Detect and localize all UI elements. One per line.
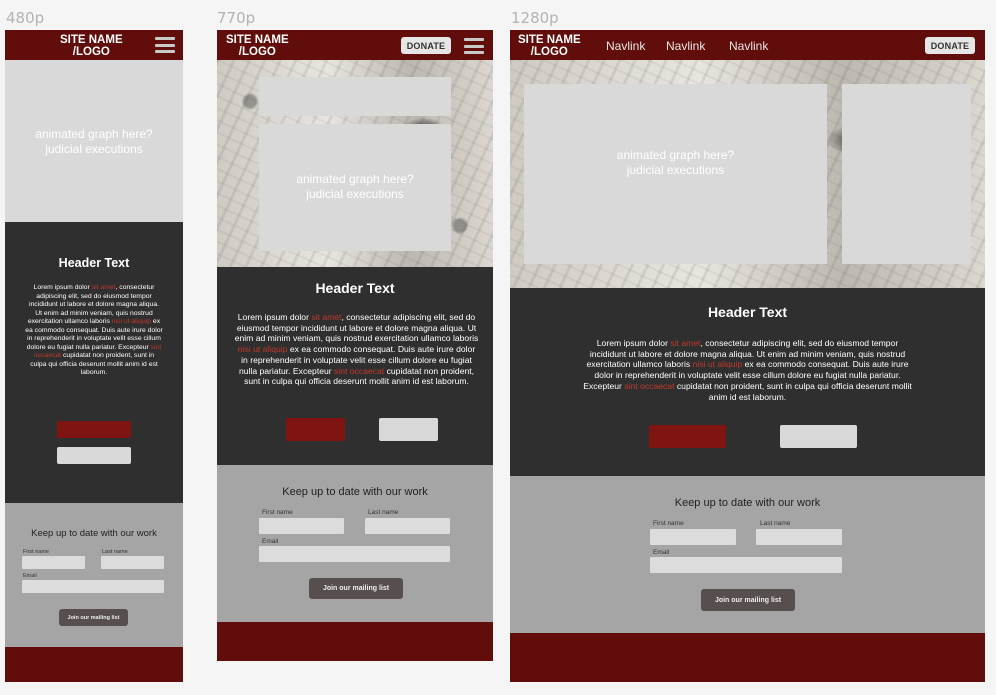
mockup-770: SITE NAME /LOGO DONATE animated graph he…	[217, 30, 493, 661]
mockup-1280: SITE NAME /LOGO Navlink Navlink Navlink …	[510, 30, 985, 682]
content-section: Header Text Lorem ipsum dolor sit amet, …	[5, 222, 183, 503]
mailing-title: Keep up to date with our work	[674, 497, 821, 509]
body-paragraph: Lorem ipsum dolor sit amet, consectetur …	[582, 338, 913, 402]
logo-line-2: /LOGO	[72, 46, 110, 58]
email-input[interactable]	[650, 557, 842, 573]
logo-line-2: /LOGO	[530, 46, 568, 58]
graph-line-2: judicial executions	[626, 163, 725, 177]
site-logo[interactable]: SITE NAME /LOGO	[60, 34, 123, 58]
body-paragraph: Lorem ipsum dolor sit amet, consectetur …	[234, 312, 479, 387]
primary-button[interactable]	[286, 418, 345, 441]
highlight-1: sit amet	[91, 284, 116, 291]
body-text-1: Lorem ipsum dolor	[596, 338, 671, 348]
graph-placeholder-text: animated graph here? judicial executions	[259, 172, 451, 202]
header-text: Header Text	[58, 256, 130, 270]
header-text: Header Text	[315, 280, 395, 296]
mockup-480: SITE NAME /LOGO animated graph here? jud…	[5, 30, 183, 682]
graph-line-1: animated graph here?	[35, 127, 153, 141]
site-footer	[510, 633, 985, 682]
last-name-label: Last name	[102, 549, 128, 555]
first-name-input[interactable]	[259, 518, 344, 534]
hero-side-box	[842, 84, 971, 264]
hamburger-menu-icon[interactable]	[464, 38, 484, 54]
graph-line-1: animated graph here?	[296, 172, 414, 186]
hero-image: animated graph here? judicial executions	[217, 60, 493, 267]
hero-top-box	[259, 77, 451, 116]
first-name-label: First name	[653, 520, 684, 527]
navlink-2[interactable]: Navlink	[666, 39, 705, 53]
donate-button[interactable]: DONATE	[925, 37, 975, 54]
graph-placeholder-text: animated graph here? judicial executions	[5, 127, 183, 157]
frame-label-770: 770p	[217, 9, 256, 27]
first-name-label: First name	[262, 509, 293, 516]
first-name-input[interactable]	[22, 556, 85, 569]
graph-placeholder-text: animated graph here? judicial executions	[524, 148, 827, 178]
site-footer	[5, 647, 183, 682]
email-input[interactable]	[259, 546, 450, 562]
mailing-section: Keep up to date with our work First name…	[510, 476, 985, 633]
body-text-1: Lorem ipsum dolor	[237, 312, 312, 322]
site-header: SITE NAME /LOGO Navlink Navlink Navlink …	[510, 30, 985, 60]
email-label: Email	[262, 538, 279, 545]
logo-line-2: /LOGO	[238, 46, 276, 58]
logo-line-1: SITE NAME	[226, 34, 289, 46]
hero-image: animated graph here? judicial executions	[510, 60, 985, 288]
site-logo[interactable]: SITE NAME /LOGO	[518, 34, 581, 58]
last-name-label: Last name	[760, 520, 791, 527]
hero-graph: animated graph here? judicial executions	[524, 84, 827, 264]
frame-label-1280: 1280p	[511, 9, 559, 27]
mailing-section: Keep up to date with our work First name…	[217, 465, 493, 622]
secondary-button[interactable]	[780, 425, 857, 448]
highlight-1: sit amet	[670, 338, 701, 348]
body-text-4: cupidatat non proident, sunt in culpa qu…	[674, 380, 912, 402]
secondary-button[interactable]	[57, 447, 131, 464]
first-name-input[interactable]	[650, 529, 736, 545]
primary-button[interactable]	[57, 421, 131, 438]
frame-label-480: 480p	[6, 9, 45, 27]
graph-line-1: animated graph here?	[616, 148, 735, 162]
last-name-input[interactable]	[365, 518, 450, 534]
graph-line-2: judicial executions	[306, 187, 404, 201]
email-input[interactable]	[22, 580, 164, 593]
hero-graph: animated graph here? judicial executions	[259, 124, 451, 251]
navlink-3[interactable]: Navlink	[729, 39, 768, 53]
mailing-title: Keep up to date with our work	[31, 528, 157, 539]
hero-graph: animated graph here? judicial executions	[5, 60, 183, 222]
join-mailing-list-button[interactable]: Join our mailing list	[701, 589, 795, 611]
email-label: Email	[653, 549, 670, 556]
body-text-1: Lorem ipsum dolor	[33, 284, 92, 291]
header-text: Header Text	[707, 304, 788, 320]
navlink-1[interactable]: Navlink	[606, 39, 645, 53]
content-section: Header Text Lorem ipsum dolor sit amet, …	[510, 288, 985, 476]
highlight-3: sint occaecat	[624, 380, 675, 391]
content-section: Header Text Lorem ipsum dolor sit amet, …	[217, 267, 493, 465]
last-name-label: Last name	[368, 509, 399, 516]
site-header: SITE NAME /LOGO DONATE	[217, 30, 493, 60]
highlight-2: nisi ut aliquip	[692, 359, 743, 370]
email-label: Email	[23, 573, 37, 579]
donate-button[interactable]: DONATE	[401, 37, 451, 54]
last-name-input[interactable]	[101, 556, 164, 569]
first-name-label: First name	[23, 549, 49, 555]
join-mailing-list-button[interactable]: Join our mailing list	[309, 578, 403, 599]
primary-button[interactable]	[649, 425, 726, 448]
logo-line-1: SITE NAME	[60, 34, 123, 46]
mailing-title: Keep up to date with our work	[282, 486, 428, 498]
site-header: SITE NAME /LOGO	[5, 30, 183, 60]
site-logo[interactable]: SITE NAME /LOGO	[226, 34, 289, 58]
body-paragraph: Lorem ipsum dolor sit amet, consectetur …	[25, 284, 163, 378]
join-mailing-list-button[interactable]: Join our mailing list	[59, 609, 128, 626]
highlight-1: sit amet	[311, 312, 342, 322]
logo-line-1: SITE NAME	[518, 34, 581, 46]
mailing-section: Keep up to date with our work First name…	[5, 503, 183, 647]
graph-line-2: judicial executions	[45, 142, 143, 156]
secondary-button[interactable]	[379, 418, 438, 441]
site-footer	[217, 622, 493, 661]
last-name-input[interactable]	[756, 529, 842, 545]
highlight-3: sint occaecat	[334, 365, 385, 376]
highlight-2: nisi ut aliquip	[237, 344, 288, 355]
hamburger-menu-icon[interactable]	[155, 37, 175, 53]
highlight-2: nisi ut aliquip	[111, 318, 152, 325]
